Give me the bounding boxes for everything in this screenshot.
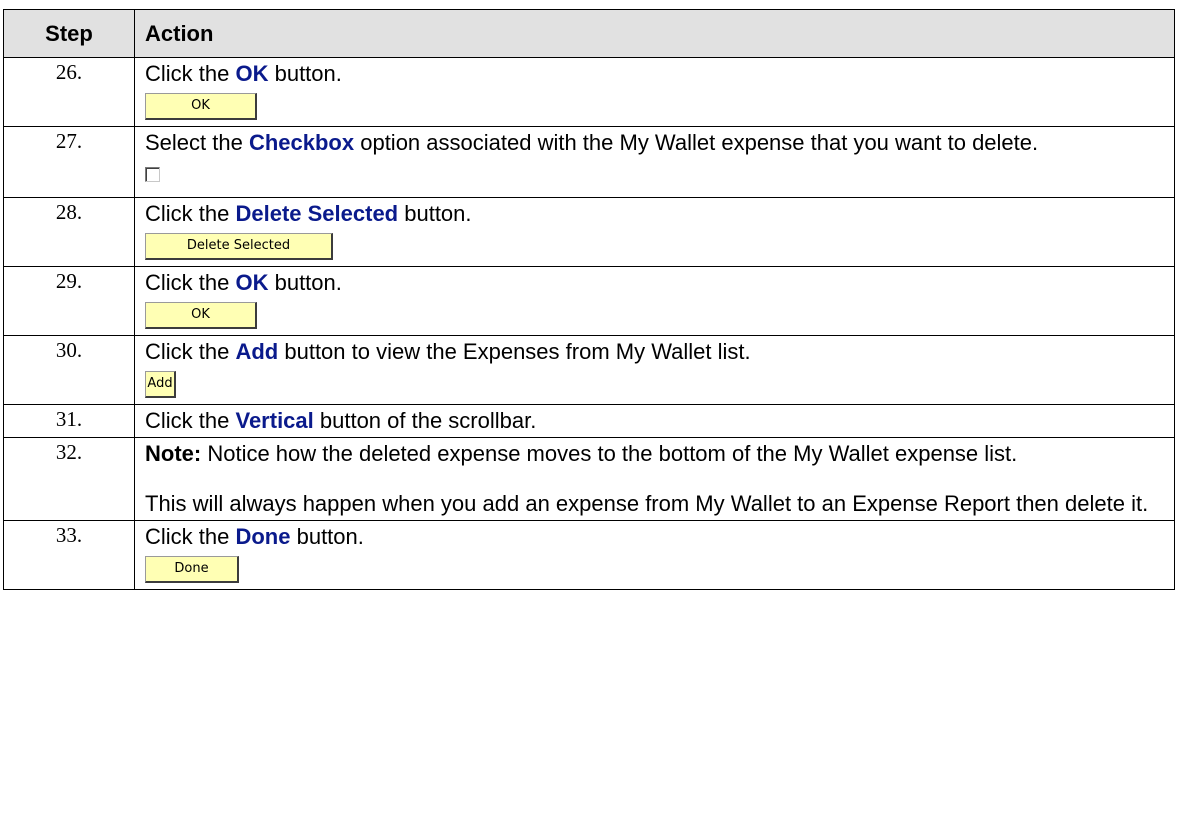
note-paragraph: This will always happen when you add an …	[145, 491, 1149, 516]
table-row: 33. Click the Done button. Done	[3, 520, 1175, 590]
done-button[interactable]: Done	[145, 556, 239, 583]
table-row: 30. Click the Add button to view the Exp…	[3, 335, 1175, 405]
table-row: 28. Click the Delete Selected button. De…	[3, 197, 1175, 267]
add-button[interactable]: Add	[145, 371, 176, 398]
delete-selected-button[interactable]: Delete Selected	[145, 233, 333, 260]
action-text: Click the OK button.	[145, 270, 342, 295]
ok-button[interactable]: OK	[145, 93, 257, 120]
table-row: 27. Select the Checkbox option associate…	[3, 126, 1175, 198]
ok-button[interactable]: OK	[145, 302, 257, 329]
step-number: 30.	[3, 335, 135, 405]
action-keyword: OK	[235, 61, 269, 86]
step-action: Click the OK button. OK	[134, 266, 1175, 336]
action-text: Click the OK button.	[145, 61, 342, 86]
action-text: Click the Vertical button of the scrollb…	[145, 408, 537, 433]
table-header-row: Step Action	[3, 9, 1175, 58]
step-action: Click the Vertical button of the scrollb…	[134, 404, 1175, 438]
step-number: 31.	[3, 404, 135, 438]
table-row: 29. Click the OK button. OK	[3, 266, 1175, 336]
table-row: 26. Click the OK button. OK	[3, 57, 1175, 127]
action-column-header: Action	[134, 9, 1175, 58]
expense-checkbox[interactable]	[145, 167, 160, 182]
step-column-header: Step	[3, 9, 135, 58]
step-action: Select the Checkbox option associated wi…	[134, 126, 1175, 198]
step-action: Click the Add button to view the Expense…	[134, 335, 1175, 405]
step-action: Click the OK button. OK	[134, 57, 1175, 127]
action-keyword: Add	[235, 339, 279, 364]
note-label: Note:	[145, 441, 202, 466]
action-keyword: Delete Selected	[235, 201, 399, 226]
action-keyword: Vertical	[235, 408, 314, 433]
action-text: Note: Notice how the deleted expense mov…	[145, 441, 1018, 466]
step-number: 32.	[3, 437, 135, 521]
steps-table: Step Action 26. Click the OK button. OK …	[3, 9, 1175, 590]
action-text: Click the Delete Selected button.	[145, 201, 472, 226]
action-keyword: OK	[235, 270, 269, 295]
action-text: Click the Add button to view the Expense…	[145, 339, 751, 364]
step-number: 26.	[3, 57, 135, 127]
step-action: Click the Delete Selected button. Delete…	[134, 197, 1175, 267]
action-text: Select the Checkbox option associated wi…	[145, 130, 1039, 155]
table-row: 32. Note: Notice how the deleted expense…	[3, 437, 1175, 521]
step-number: 29.	[3, 266, 135, 336]
step-number: 33.	[3, 520, 135, 590]
action-keyword: Checkbox	[248, 130, 355, 155]
step-number: 27.	[3, 126, 135, 198]
step-action: Click the Done button. Done	[134, 520, 1175, 590]
step-action: Note: Notice how the deleted expense mov…	[134, 437, 1175, 521]
table-row: 31. Click the Vertical button of the scr…	[3, 404, 1175, 438]
action-keyword: Done	[235, 524, 291, 549]
step-number: 28.	[3, 197, 135, 267]
action-text: Click the Done button.	[145, 524, 364, 549]
